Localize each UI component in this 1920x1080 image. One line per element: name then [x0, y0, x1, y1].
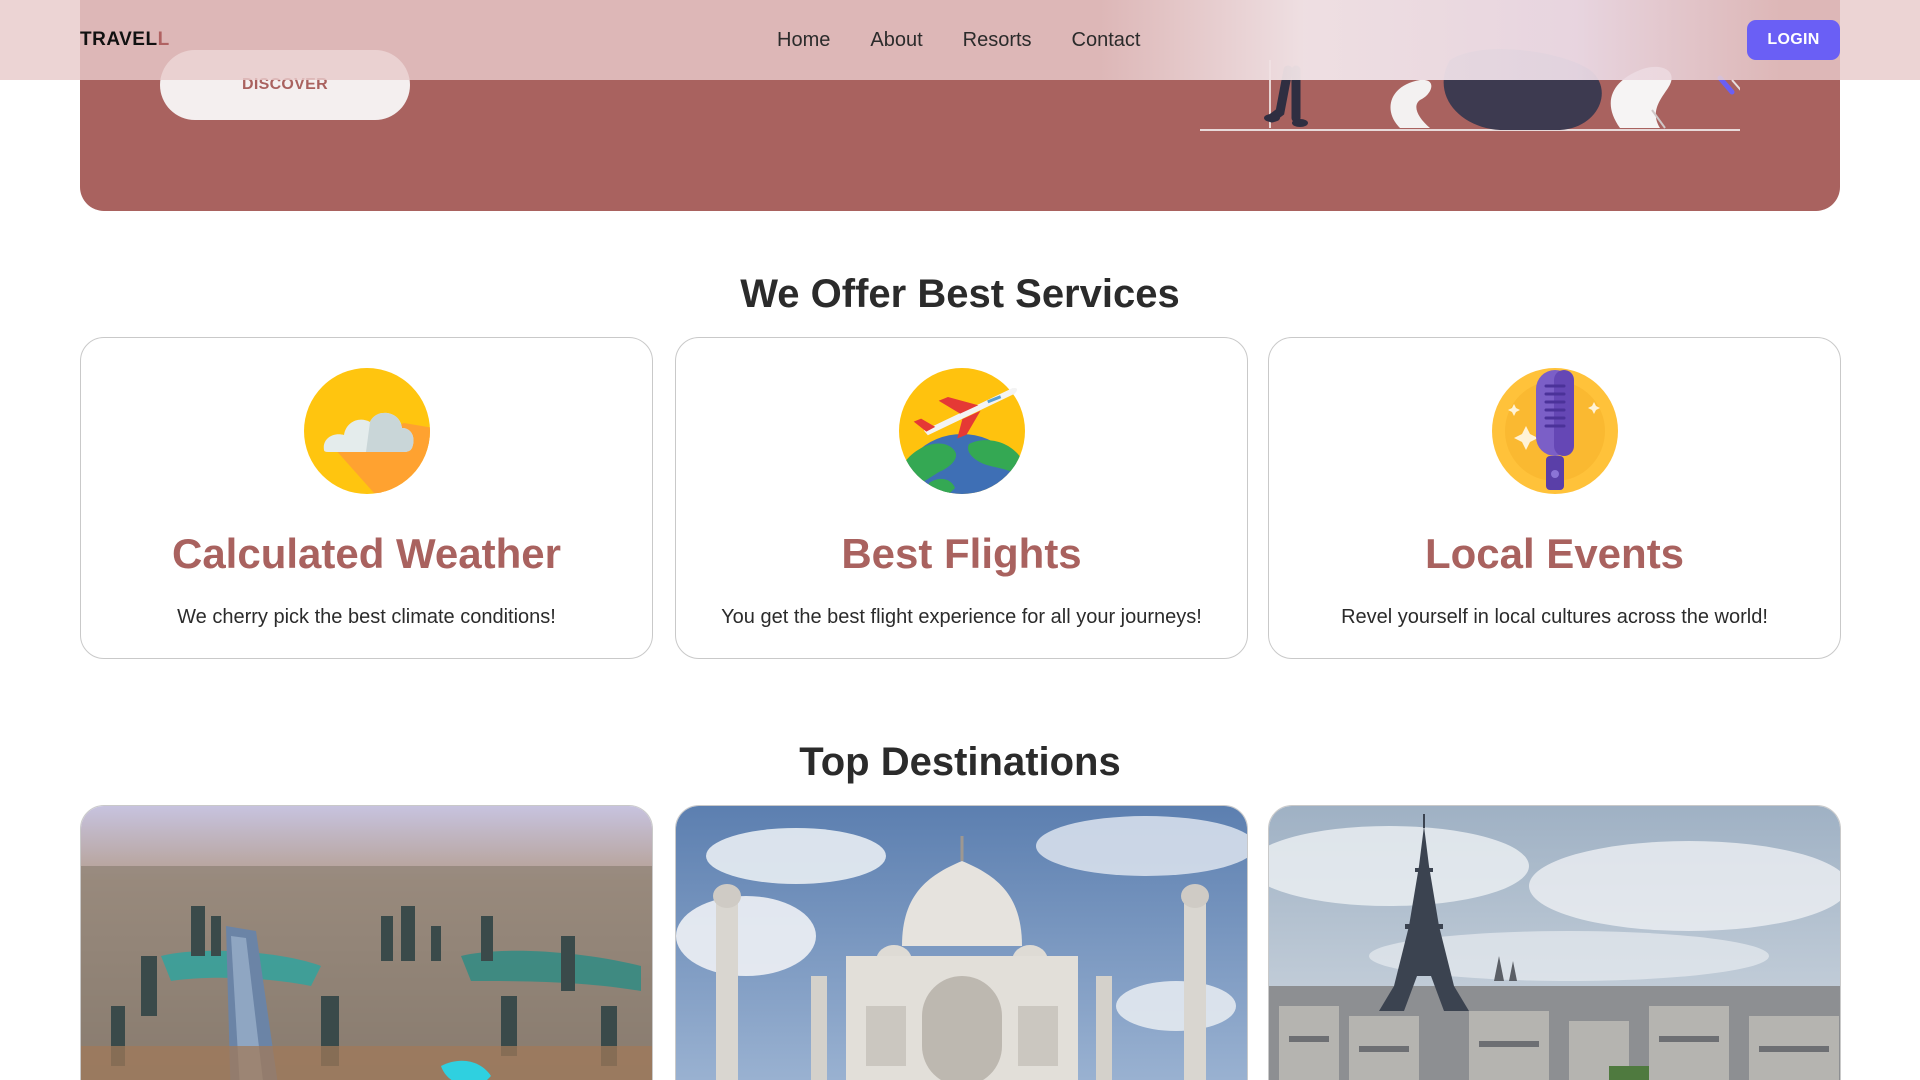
top-navbar: TRAVELL Home About Resorts Contact LOGIN — [0, 0, 1920, 80]
flight-globe-icon — [898, 368, 1025, 494]
destinations-title: Top Destinations — [799, 740, 1121, 784]
services-title: We Offer Best Services — [740, 272, 1180, 316]
nav-link-home[interactable]: Home — [777, 29, 830, 52]
service-card-weather: Calculated Weather We cherry pick the be… — [80, 337, 653, 659]
nav-menu: Home About Resorts Contact — [777, 29, 1140, 52]
brand-logo[interactable]: TRAVELL — [80, 29, 170, 51]
login-button[interactable]: LOGIN — [1747, 20, 1840, 60]
service-card-text: Revel yourself in local cultures across … — [1341, 606, 1768, 628]
service-card-text: You get the best flight experience for a… — [721, 606, 1202, 628]
service-card-title: Local Events — [1424, 530, 1685, 577]
nav-link-resorts[interactable]: Resorts — [963, 29, 1032, 52]
brand-accent-letter: L — [157, 29, 170, 50]
nav-link-contact[interactable]: Contact — [1072, 29, 1141, 52]
dubai-aerial-image[interactable] — [80, 805, 653, 1080]
weather-cloud-icon — [303, 368, 430, 494]
brand-text: TRAVEL — [80, 29, 158, 50]
service-card-text: We cherry pick the best climate conditio… — [177, 606, 556, 628]
service-card-title: Calculated Weather — [171, 530, 561, 577]
paris-eiffel-image[interactable] — [1268, 805, 1841, 1080]
service-card-flights: Best Flights You get the best flight exp… — [675, 337, 1248, 659]
taj-mahal-image[interactable] — [675, 805, 1248, 1080]
microphone-icon — [1491, 368, 1618, 494]
nav-link-about[interactable]: About — [870, 29, 922, 52]
service-card-title: Best Flights — [841, 530, 1082, 577]
service-card-events: Local Events Revel yourself in local cul… — [1268, 337, 1841, 659]
